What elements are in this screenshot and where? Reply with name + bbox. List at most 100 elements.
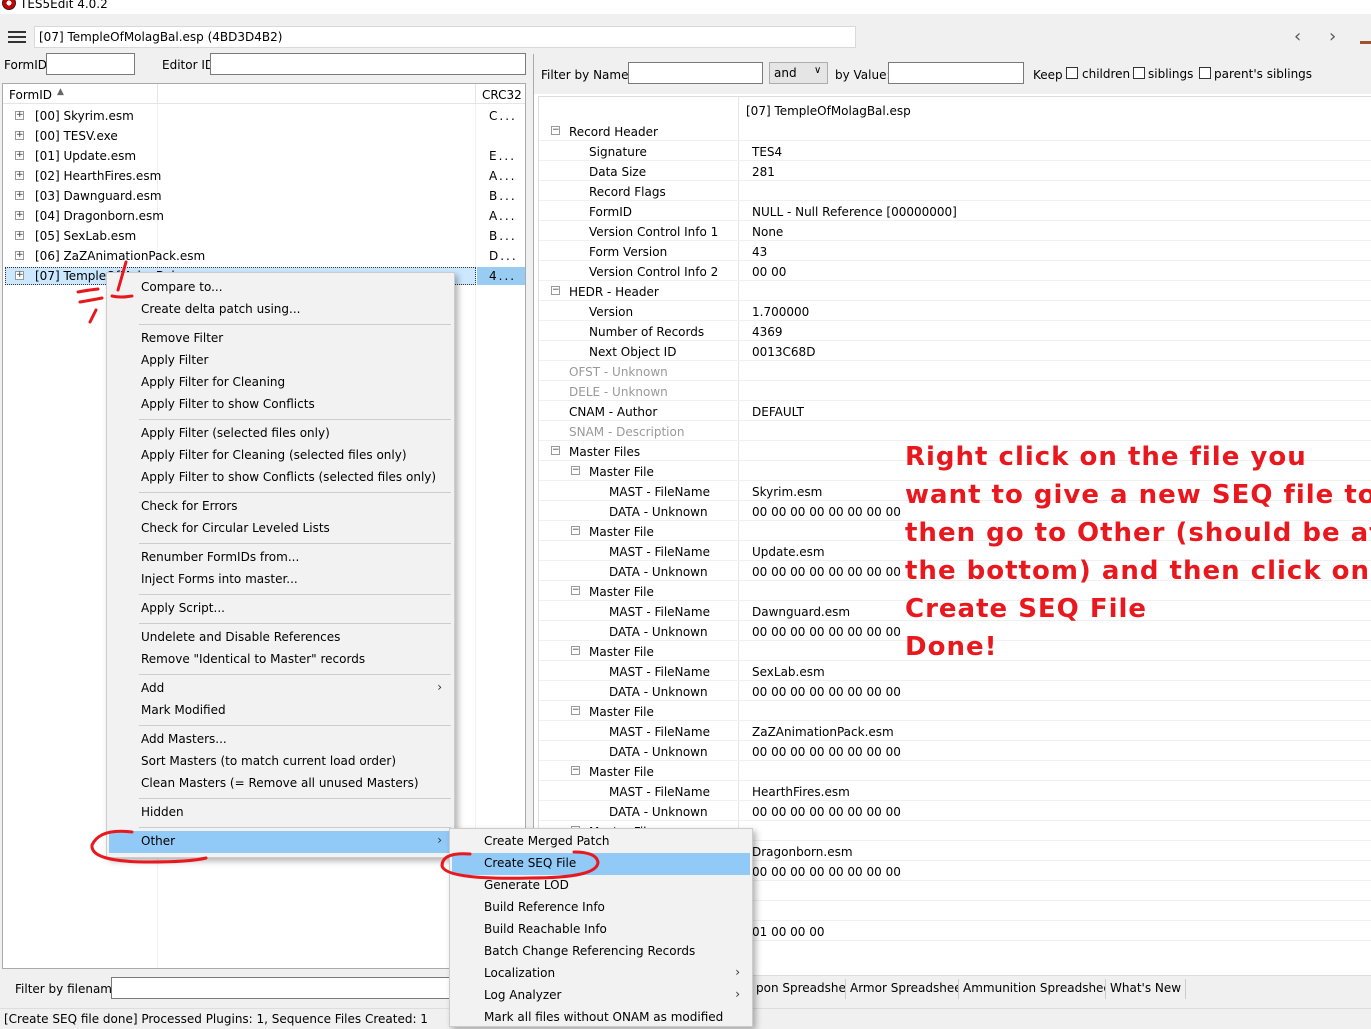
plugin-row[interactable]: + [04] Dragonborn.esm A... xyxy=(3,206,525,226)
collapse-icon[interactable]: − xyxy=(571,466,580,475)
record-field-row[interactable]: Version 1.700000 xyxy=(539,301,1371,321)
submenu-item[interactable]: Create Merged Patch xyxy=(452,831,750,853)
record-field-row[interactable]: CNAM - Author DEFAULT xyxy=(539,401,1371,421)
context-menu-item[interactable]: Create delta patch using... xyxy=(109,299,452,321)
expand-icon[interactable]: + xyxy=(15,111,24,120)
menu-separator xyxy=(139,623,451,624)
tab-whats-new[interactable]: What's New xyxy=(1105,979,1187,999)
context-menu-item[interactable]: Apply Filter for Cleaning (selected file… xyxy=(109,445,452,467)
editorid-input[interactable] xyxy=(210,53,526,75)
children-checkbox[interactable] xyxy=(1066,67,1078,79)
record-field-row[interactable]: FormID NULL - Null Reference [00000000] xyxy=(539,201,1371,221)
expand-icon[interactable]: + xyxy=(15,191,24,200)
record-field-row[interactable]: DATA - Unknown 00 00 00 00 00 00 00 00 xyxy=(539,741,1371,761)
submenu-item[interactable]: Generate LOD xyxy=(452,875,750,897)
expand-icon[interactable]: + xyxy=(15,211,24,220)
tab-armor-spreadsheet[interactable]: Armor Spreadsheet xyxy=(845,979,972,999)
record-field-row[interactable]: Version Control Info 2 00 00 xyxy=(539,261,1371,281)
filter-value-input[interactable] xyxy=(888,62,1024,84)
context-menu-item[interactable]: Compare to... xyxy=(109,277,452,299)
record-field-row[interactable]: − Record Header xyxy=(539,121,1371,141)
context-menu-item[interactable]: Mark Modified xyxy=(109,700,452,722)
plugin-row[interactable]: + [06] ZaZAnimationPack.esm D... xyxy=(3,246,525,266)
collapse-icon[interactable]: − xyxy=(551,446,560,455)
plugin-row[interactable]: + [00] TESV.exe xyxy=(3,126,525,146)
filter-operator-select[interactable]: and ∨ xyxy=(769,62,828,84)
context-menu-item[interactable]: Other › xyxy=(109,831,452,853)
context-menu-item[interactable]: Apply Filter for Cleaning xyxy=(109,372,452,394)
record-field-row[interactable]: DATA - Unknown 00 00 00 00 00 00 00 00 xyxy=(539,681,1371,701)
context-menu-item[interactable]: Clean Masters (= Remove all unused Maste… xyxy=(109,773,452,795)
plugin-row[interactable]: + [01] Update.esm E... xyxy=(3,146,525,166)
submenu-item[interactable]: Mark all files without ONAM as modified xyxy=(452,1007,750,1029)
plugin-row[interactable]: + [00] Skyrim.esm C... xyxy=(3,106,525,126)
forward-arrow-icon[interactable]: › xyxy=(1329,26,1336,47)
submenu-item[interactable]: Create SEQ File xyxy=(452,853,750,875)
context-menu-item[interactable]: Sort Masters (to match current load orde… xyxy=(109,751,452,773)
context-menu-item[interactable]: Inject Forms into master... xyxy=(109,569,452,591)
expand-icon[interactable]: + xyxy=(15,151,24,160)
hamburger-menu-icon[interactable] xyxy=(8,31,26,43)
context-menu-item[interactable]: Check for Errors xyxy=(109,496,452,518)
context-menu-item[interactable]: Add Masters... xyxy=(109,729,452,751)
context-menu-item[interactable]: Remove Filter xyxy=(109,328,452,350)
context-menu-item[interactable]: Apply Filter xyxy=(109,350,452,372)
expand-icon[interactable]: + xyxy=(15,271,24,280)
toolbar-extra-icon[interactable] xyxy=(1360,28,1371,44)
crc32-column-header[interactable]: CRC32 xyxy=(482,88,522,102)
siblings-checkbox[interactable] xyxy=(1133,67,1145,79)
record-field-row[interactable]: OFST - Unknown xyxy=(539,361,1371,381)
record-field-row[interactable]: Next Object ID 0013C68D xyxy=(539,341,1371,361)
collapse-icon[interactable]: − xyxy=(551,286,560,295)
record-field-row[interactable]: Data Size 281 xyxy=(539,161,1371,181)
context-menu-item[interactable]: Undelete and Disable References xyxy=(109,627,452,649)
collapse-icon[interactable]: − xyxy=(571,646,580,655)
record-field-row[interactable]: MAST - FileName HearthFires.esm xyxy=(539,781,1371,801)
submenu-item[interactable]: Localization › xyxy=(452,963,750,985)
record-field-row[interactable]: DELE - Unknown xyxy=(539,381,1371,401)
formid-column-header[interactable]: FormID xyxy=(9,88,52,102)
filter-filename-input[interactable] xyxy=(111,977,451,999)
plugin-row[interactable]: + [05] SexLab.esm B... xyxy=(3,226,525,246)
record-field-row[interactable]: −Master File xyxy=(539,761,1371,781)
expand-icon[interactable]: + xyxy=(15,171,24,180)
context-menu-item[interactable]: Hidden xyxy=(109,802,452,824)
expand-icon[interactable]: + xyxy=(15,231,24,240)
filter-name-input[interactable] xyxy=(628,62,763,84)
context-menu-item[interactable]: Check for Circular Leveled Lists xyxy=(109,518,452,540)
record-field-row[interactable]: Record Flags xyxy=(539,181,1371,201)
collapse-icon[interactable]: − xyxy=(571,526,580,535)
submenu-item[interactable]: Build Reachable Info xyxy=(452,919,750,941)
plugin-row[interactable]: + [02] HearthFires.esm A... xyxy=(3,166,525,186)
record-field-row[interactable]: Form Version 43 xyxy=(539,241,1371,261)
formid-input[interactable] xyxy=(46,53,135,75)
expand-icon[interactable]: + xyxy=(15,131,24,140)
record-field-row[interactable]: Number of Records 4369 xyxy=(539,321,1371,341)
tab-ammunition-spreadsheet[interactable]: Ammunition Spreadsheet xyxy=(958,979,1121,999)
context-menu-item[interactable]: Remove "Identical to Master" records xyxy=(109,649,452,671)
record-field-row[interactable]: Version Control Info 1 None xyxy=(539,221,1371,241)
context-menu-item[interactable]: Renumber FormIDs from... xyxy=(109,547,452,569)
context-menu-item[interactable]: Apply Filter to show Conflicts xyxy=(109,394,452,416)
parents-siblings-checkbox[interactable] xyxy=(1199,67,1211,79)
plugin-row[interactable]: + [03] Dawnguard.esm B... xyxy=(3,186,525,206)
back-arrow-icon[interactable]: ‹ xyxy=(1294,26,1301,47)
submenu-item[interactable]: Batch Change Referencing Records xyxy=(452,941,750,963)
record-field-row[interactable]: MAST - FileName ZaZAnimationPack.esm xyxy=(539,721,1371,741)
record-field-row[interactable]: Signature TES4 xyxy=(539,141,1371,161)
submenu-item[interactable]: Build Reference Info xyxy=(452,897,750,919)
context-menu-item[interactable]: Apply Filter to show Conflicts (selected… xyxy=(109,467,452,489)
record-field-row[interactable]: DATA - Unknown 00 00 00 00 00 00 00 00 xyxy=(539,801,1371,821)
collapse-icon[interactable]: − xyxy=(551,126,560,135)
collapse-icon[interactable]: − xyxy=(571,766,580,775)
submenu-item[interactable]: Log Analyzer › xyxy=(452,985,750,1007)
collapse-icon[interactable]: − xyxy=(571,706,580,715)
context-menu-item[interactable]: Add › xyxy=(109,678,452,700)
context-menu-item[interactable]: Apply Filter (selected files only) xyxy=(109,423,452,445)
path-field[interactable]: [07] TempleOfMolagBal.esp (4BD3D4B2) xyxy=(34,26,856,48)
collapse-icon[interactable]: − xyxy=(571,586,580,595)
context-menu-item[interactable]: Apply Script... xyxy=(109,598,452,620)
record-field-row[interactable]: −Master File xyxy=(539,701,1371,721)
record-field-row[interactable]: − HEDR - Header xyxy=(539,281,1371,301)
expand-icon[interactable]: + xyxy=(15,251,24,260)
